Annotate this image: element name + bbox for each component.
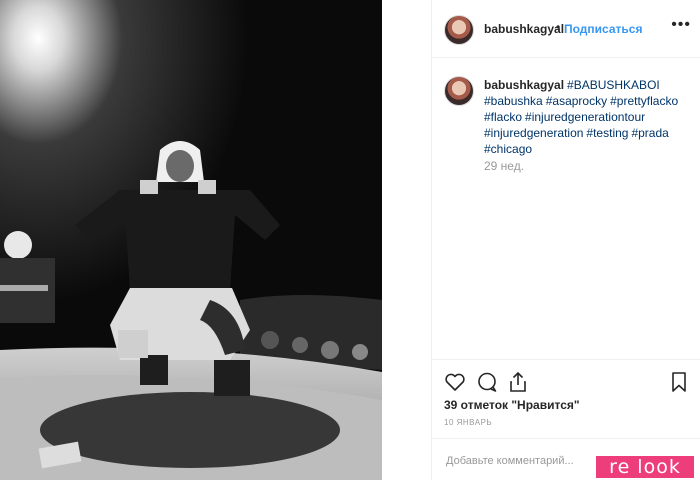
caption-username[interactable]: babushkagyal	[484, 78, 564, 92]
caption-avatar[interactable]	[444, 76, 474, 106]
hashtag[interactable]: #asaprocky	[546, 94, 607, 108]
post-photo[interactable]	[0, 0, 382, 480]
follow-button[interactable]: Подписаться	[564, 22, 642, 36]
bookmark-icon[interactable]	[667, 370, 691, 394]
hashtag[interactable]: #chicago	[484, 142, 532, 156]
post-age[interactable]: 29 нед.	[484, 159, 524, 173]
avatar[interactable]	[444, 15, 474, 45]
comment-icon[interactable]	[475, 370, 499, 394]
post-sidebar: babushkagyal • Подписаться ••• babushkag…	[431, 0, 700, 480]
post-header: babushkagyal • Подписаться •••	[432, 0, 700, 58]
hashtag[interactable]: #flacko	[484, 110, 522, 124]
username-link[interactable]: babushkagyal	[484, 22, 564, 36]
likes-count[interactable]: 39 отметок "Нравится"	[444, 398, 580, 412]
hashtag[interactable]: #prada	[631, 126, 668, 140]
hashtag[interactable]: #injuredgeneration	[484, 126, 583, 140]
hashtag[interactable]: #BABUSHKABOI	[567, 78, 660, 92]
hashtag[interactable]: #injuredgenerationtour	[525, 110, 645, 124]
separator-dot: •	[556, 20, 561, 34]
more-options-icon[interactable]: •••	[671, 16, 691, 34]
hashtag[interactable]: #prettyflacko	[610, 94, 678, 108]
post-date: 10 ЯНВАРЬ	[444, 418, 493, 427]
hashtag[interactable]: #testing	[586, 126, 628, 140]
heart-icon[interactable]	[443, 370, 467, 394]
watermark-logo: re look	[596, 456, 694, 478]
hashtag[interactable]: #babushka	[484, 94, 543, 108]
share-icon[interactable]	[506, 370, 530, 394]
caption-text: babushkagyal #BABUSHKABOI #babushka #asapr…	[484, 77, 689, 157]
